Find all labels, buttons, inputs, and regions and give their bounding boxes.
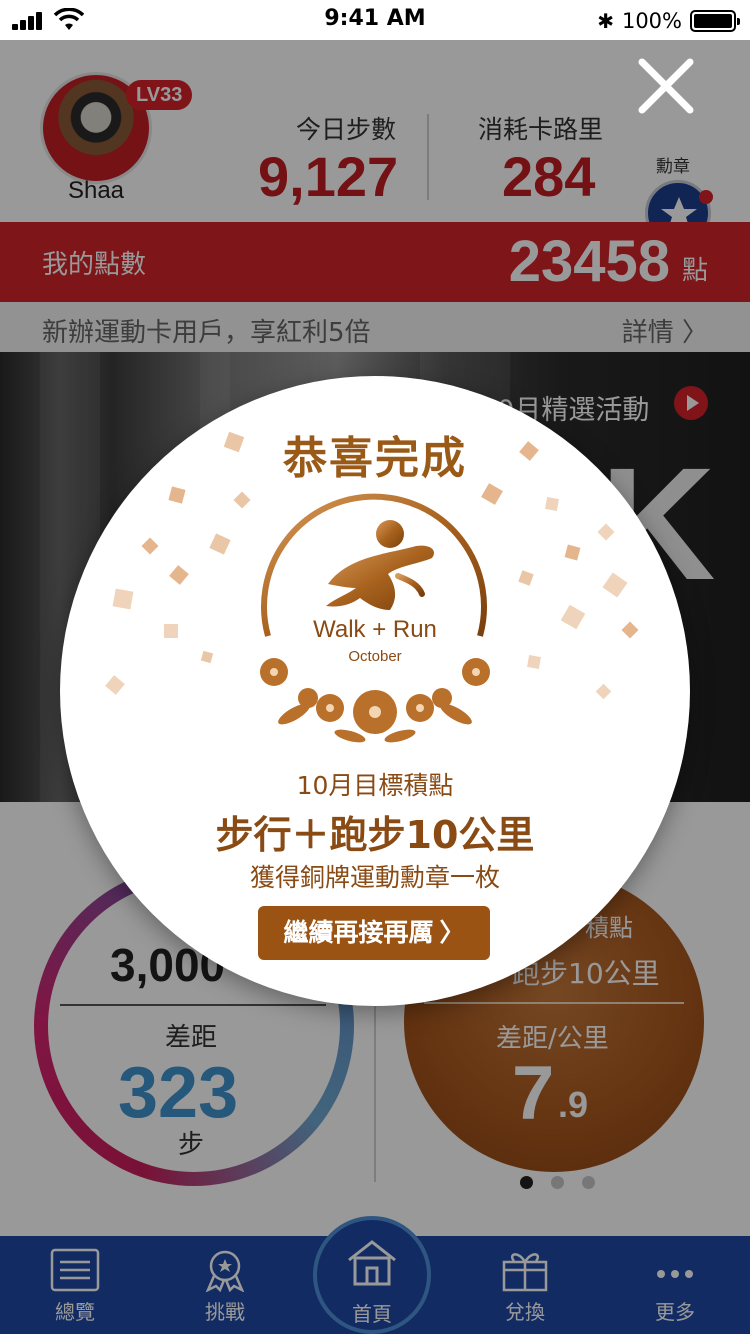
confetti xyxy=(545,497,559,511)
achievement-modal: 恭喜完成 Walk + Run October 10月目標積點 步行＋跑步10公… xyxy=(60,376,690,1006)
battery-percent: 100% xyxy=(621,9,682,33)
confetti xyxy=(595,683,612,700)
confetti xyxy=(112,588,134,610)
confetti xyxy=(105,675,125,695)
confetti xyxy=(209,533,231,555)
modal-goal-main: 步行＋跑步10公里 xyxy=(215,813,535,857)
confetti xyxy=(602,572,628,598)
confetti xyxy=(597,523,615,541)
chevron-right-icon: 〉 xyxy=(439,918,465,947)
bluetooth-icon: ✱ xyxy=(597,9,614,33)
status-bar: 9:41 AM ✱ 100% xyxy=(0,0,750,40)
hibiscus-wreath-icon xyxy=(260,658,490,743)
close-icon[interactable] xyxy=(634,54,698,118)
confetti xyxy=(169,565,189,585)
confetti xyxy=(518,570,534,586)
badge-title: Walk + Run xyxy=(313,616,437,643)
battery-icon xyxy=(690,10,740,32)
modal-goal-head: 10月目標積點 xyxy=(296,771,454,800)
modal-title: 恭喜完成 xyxy=(283,433,467,484)
modal-goal-reward: 獲得銅牌運動勳章一枚 xyxy=(249,863,500,892)
confetti xyxy=(141,537,159,555)
confetti xyxy=(564,544,581,561)
confetti xyxy=(168,486,186,504)
continue-button[interactable]: 繼續再接再厲〉 xyxy=(258,906,490,960)
